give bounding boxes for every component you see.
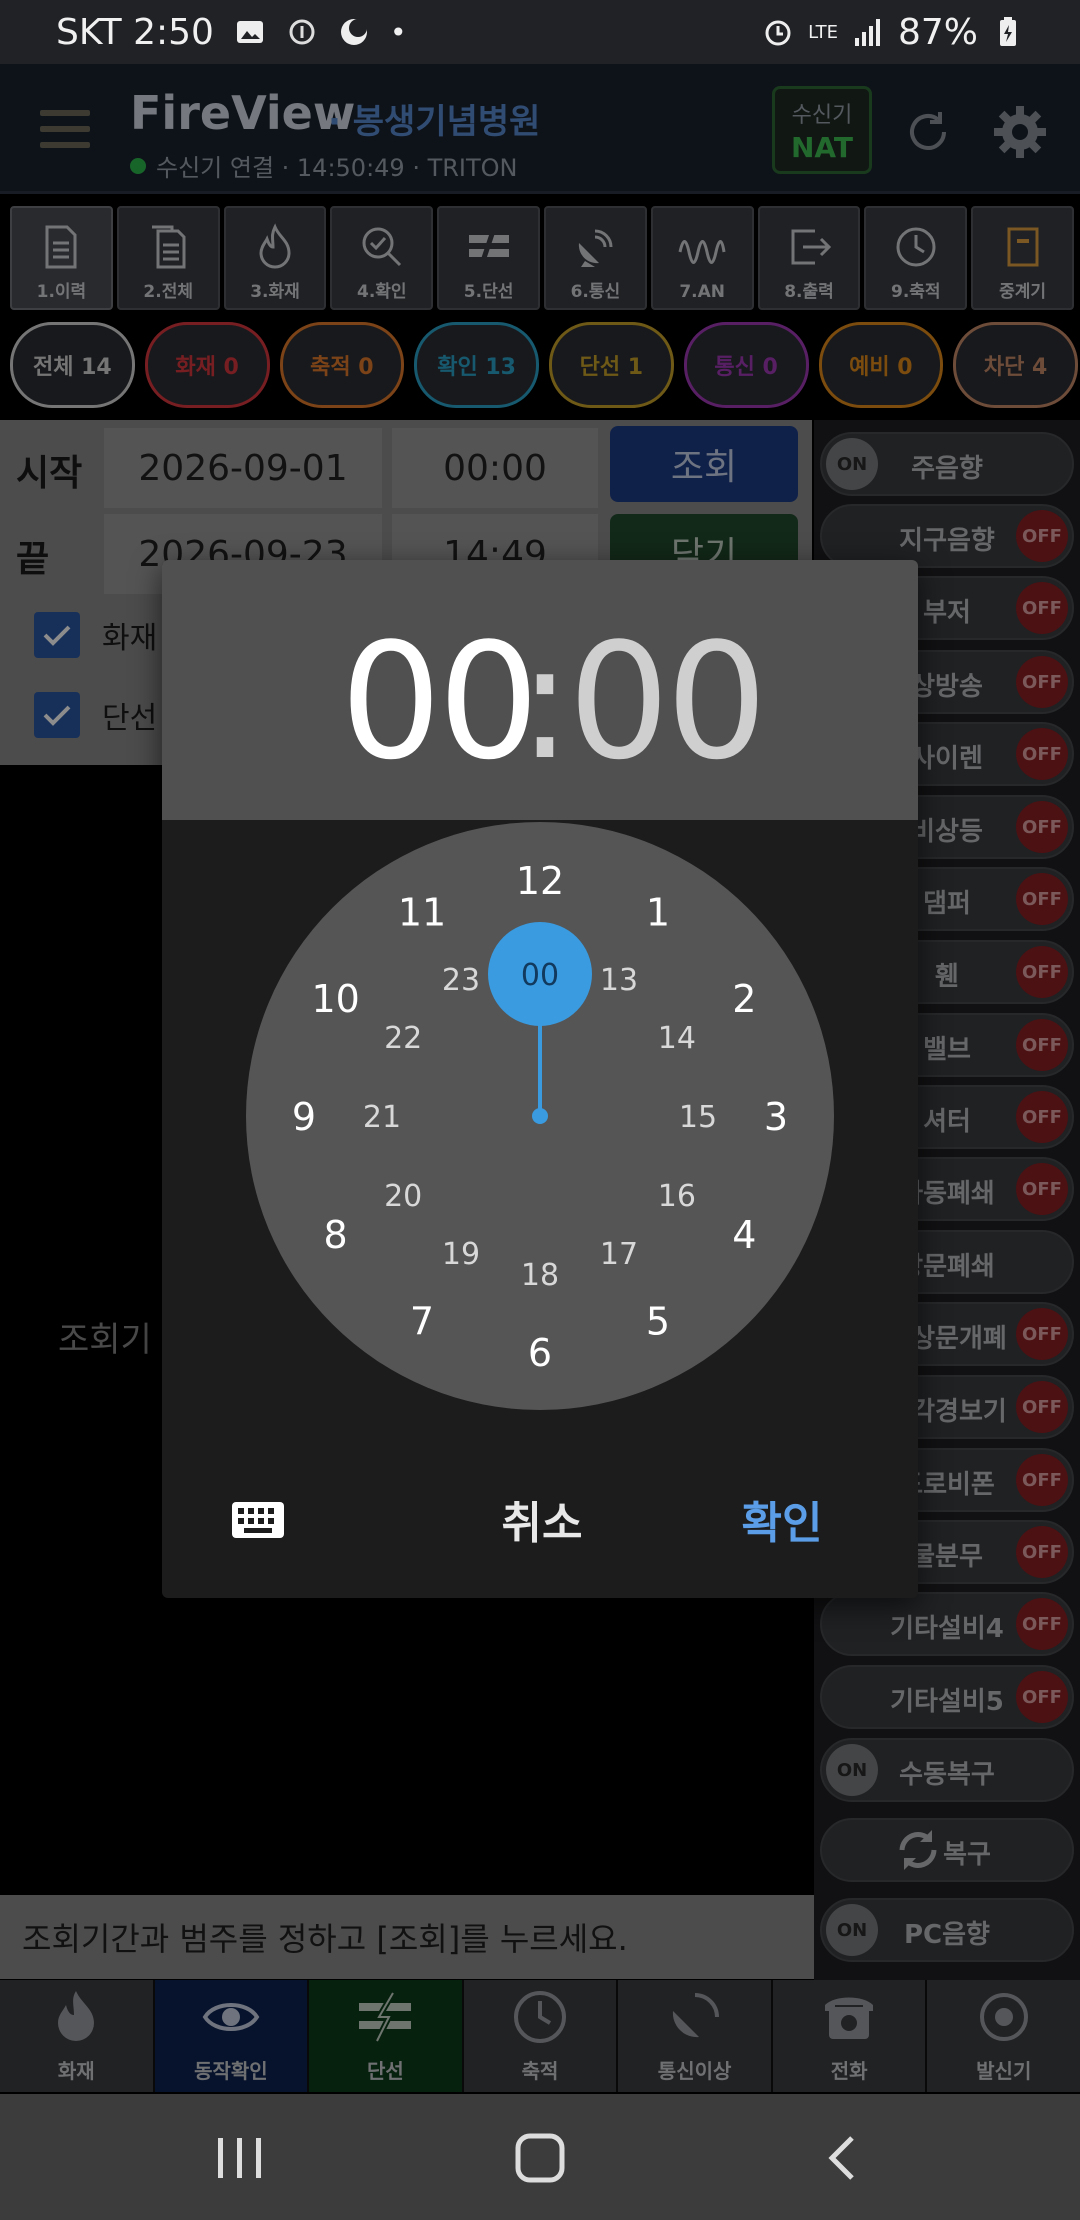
clock-face-area: 12 1 2 3 4 5 6 7 8 9 10 11 00 13 14 15 16 17 18 19 20 21 22 23 — [162, 820, 918, 1440]
system-nav-bar — [0, 2094, 1080, 2220]
battery-icon — [1000, 17, 1016, 46]
signal-icon — [854, 19, 880, 46]
time-separator: : — [518, 608, 572, 795]
clock-hour-inner[interactable]: 15 — [679, 1100, 717, 1135]
clock-hour-inner[interactable]: 21 — [363, 1100, 401, 1135]
clock-hour-inner[interactable]: 16 — [658, 1179, 696, 1214]
clock-hour-outer[interactable]: 12 — [516, 859, 564, 903]
ok-button[interactable]: 확인 — [702, 1484, 862, 1554]
cancel-button[interactable]: 취소 — [462, 1484, 622, 1554]
clock-dial[interactable]: 12123456789101100 1314151617181920212223 — [162, 820, 918, 1440]
moon-icon — [340, 19, 367, 45]
clock-hour-outer[interactable]: 9 — [292, 1095, 316, 1139]
clock-hour-inner[interactable]: 19 — [442, 1237, 480, 1272]
clock-hour-inner[interactable]: 22 — [384, 1021, 422, 1056]
info-icon — [289, 19, 315, 45]
clock-hour-inner[interactable]: 18 — [521, 1258, 559, 1293]
home-icon[interactable] — [512, 2132, 568, 2184]
clock-hour-inner[interactable]: 23 — [442, 963, 480, 998]
battery-level: 87% — [897, 11, 978, 53]
minute-display[interactable]: 00 — [568, 608, 768, 795]
lte-label: LTE — [808, 21, 838, 43]
clock-hour-inner[interactable]: 14 — [658, 1021, 696, 1056]
clock-hour-outer[interactable]: 1 — [646, 891, 670, 935]
clock-center-dot — [532, 1108, 548, 1124]
recent-apps-icon[interactable] — [212, 2134, 268, 2182]
clock-hour-outer[interactable]: 5 — [646, 1299, 670, 1343]
time-picker-dialog: 00 : 00 12 1 2 3 4 5 6 7 8 9 10 11 00 13 14 15 16 17 18 19 2… — [162, 560, 918, 1598]
clock-hour-outer[interactable]: 8 — [324, 1213, 348, 1257]
clock-hour-outer[interactable]: 6 — [528, 1331, 552, 1375]
clock-hour-inner[interactable]: 13 — [600, 963, 638, 998]
status-time: SKT 2:50 — [56, 11, 214, 53]
clock-hour-outer[interactable]: 2 — [732, 977, 756, 1021]
time-display: 00 : 00 — [162, 560, 918, 820]
dot-icon: • — [389, 15, 407, 49]
clock-hour-outer[interactable]: 10 — [311, 977, 359, 1021]
hour-display[interactable]: 00 — [340, 608, 540, 795]
clock-hour-inner[interactable]: 17 — [600, 1237, 638, 1272]
keyboard-icon[interactable] — [230, 1500, 286, 1540]
clock-hour-outer[interactable]: 11 — [398, 891, 446, 935]
dialog-actions: 취소 확인 — [162, 1440, 918, 1598]
clock-hour-inner[interactable]: 00 — [521, 958, 559, 993]
clock-hour-outer[interactable]: 3 — [764, 1095, 788, 1139]
clock-hour-inner[interactable]: 20 — [384, 1179, 422, 1214]
clock-hour-outer[interactable]: 4 — [732, 1213, 756, 1257]
back-icon[interactable] — [820, 2134, 868, 2182]
alarm-icon — [765, 20, 791, 46]
image-icon — [236, 21, 263, 43]
clock-hour-outer[interactable]: 7 — [410, 1299, 434, 1343]
status-bar: SKT 2:50 • LTE 87% — [0, 0, 1080, 64]
